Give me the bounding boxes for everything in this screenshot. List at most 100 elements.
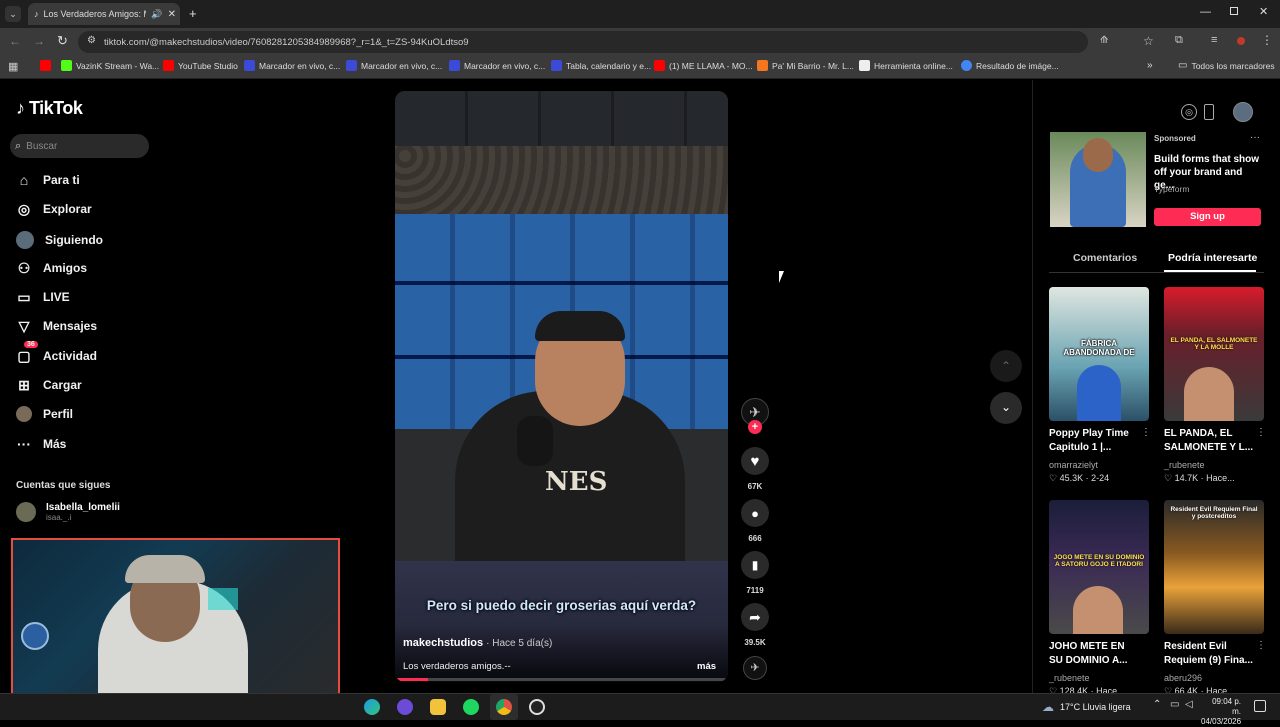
- tab-list-icon[interactable]: ⌄: [5, 6, 21, 22]
- webcam-overlay: [11, 538, 340, 713]
- bookmark-star-icon[interactable]: ☆: [1143, 34, 1154, 48]
- video-author[interactable]: makechstudios · Hace 5 día(s): [403, 637, 552, 649]
- network-icon[interactable]: ▭: [1170, 699, 1179, 710]
- apps-grid-icon[interactable]: ▦: [8, 60, 18, 73]
- nav-live[interactable]: ▭ LIVE: [16, 289, 69, 305]
- nav-explorar[interactable]: ◎ Explorar: [16, 201, 92, 217]
- bookmark-item[interactable]: Marcador en vivo, c...: [449, 60, 545, 71]
- clock[interactable]: 09:04 p. m. 04/03/2026: [1201, 697, 1241, 727]
- like-button[interactable]: ♥: [741, 447, 769, 475]
- user-avatar[interactable]: [1233, 102, 1253, 122]
- rec-thumbnail[interactable]: FÁBRICA ABANDONADA DE: [1049, 287, 1149, 421]
- save-button[interactable]: ▮: [741, 551, 769, 579]
- rec-title[interactable]: EL PANDA, EL SALMONETE Y L...: [1164, 427, 1256, 455]
- rec-more-icon[interactable]: ⋮: [1256, 427, 1266, 438]
- bookmark-item[interactable]: Tabla, calendario y e...: [551, 60, 651, 71]
- rec-title[interactable]: JOHO METE EN SU DOMINIO A...: [1049, 640, 1141, 668]
- tray-chevron-icon[interactable]: ⌃: [1153, 699, 1161, 710]
- minimize-button[interactable]: —: [1200, 6, 1211, 18]
- search-box[interactable]: ⌕ Buscar: [10, 134, 149, 158]
- search-input[interactable]: Buscar: [26, 141, 57, 152]
- notifications-icon[interactable]: [1254, 700, 1266, 712]
- rec-more-icon[interactable]: ⋮: [1256, 640, 1266, 651]
- bookmark-item[interactable]: [40, 60, 51, 71]
- rec-more-icon[interactable]: ⋮: [1141, 427, 1151, 438]
- profile-icon-browser[interactable]: [1237, 37, 1245, 45]
- new-tab-button[interactable]: +: [189, 6, 197, 21]
- clock-date: 04/03/2026: [1201, 717, 1242, 726]
- rec-author[interactable]: _rubenete: [1164, 460, 1205, 470]
- rec-thumbnail[interactable]: EL PANDA, EL SALMONETE Y LA MOLLE: [1164, 287, 1264, 421]
- nav-mensajes[interactable]: ▽ Mensajes: [16, 318, 97, 334]
- rec-author[interactable]: _rubenete: [1049, 673, 1090, 683]
- tiktok-logo[interactable]: ♪ TikTok: [16, 98, 83, 119]
- edge-icon[interactable]: [364, 699, 380, 715]
- speaker-icon[interactable]: 🔊: [151, 9, 162, 20]
- weather-widget[interactable]: ☁ 17°C Lluvia ligera: [1042, 700, 1131, 714]
- tab-podria-interesarte[interactable]: Podría interesarte: [1168, 252, 1257, 264]
- following-account[interactable]: Isabella_lomelii isaa._.i: [16, 502, 120, 522]
- back-button[interactable]: ←: [9, 34, 21, 48]
- browser-menu-icon[interactable]: ⋮: [1261, 33, 1273, 47]
- bookmark-item[interactable]: Pa' Mi Barrio - Mr. L...: [757, 60, 854, 71]
- device-icon[interactable]: [1204, 104, 1214, 120]
- bookmark-item[interactable]: YouTube Studio: [163, 60, 238, 71]
- file-explorer-icon[interactable]: [430, 699, 446, 715]
- browser-tab-active[interactable]: ♪ Los Verdaderos Amigos: M 🔊 ✕: [28, 3, 180, 25]
- bookmark-item[interactable]: Resultado de imáge...: [961, 60, 1059, 71]
- rec-author[interactable]: omarrazielyt: [1049, 460, 1098, 470]
- translate-icon[interactable]: ⟰: [1100, 35, 1108, 46]
- ad-more-icon[interactable]: ···: [1250, 132, 1260, 143]
- chrome-active-indicator: [490, 694, 518, 720]
- rec-title[interactable]: Poppy Play Time Capitulo 1 |...: [1049, 427, 1141, 455]
- site-info-icon[interactable]: ⚙: [87, 35, 96, 46]
- webcam-monitor-light: [208, 588, 238, 610]
- tab-comentarios[interactable]: Comentarios: [1073, 252, 1137, 264]
- nav-perfil[interactable]: Perfil: [16, 406, 73, 422]
- ad-thumbnail[interactable]: [1050, 132, 1146, 227]
- bookmark-item[interactable]: Marcador en vivo, c...: [346, 60, 442, 71]
- next-video-button[interactable]: ⌄: [990, 392, 1022, 424]
- share-button[interactable]: ➦: [741, 603, 769, 631]
- nav-para-ti[interactable]: ⌂ Para ti: [16, 172, 80, 188]
- close-window-button[interactable]: ✕: [1259, 5, 1268, 18]
- nav-actividad[interactable]: ▢ 36 Actividad: [16, 341, 97, 364]
- nav-mas[interactable]: ··· Más: [16, 436, 66, 452]
- rec-thumbnail[interactable]: Resident Evil Requiem Final y postcredit…: [1164, 500, 1264, 634]
- nav-siguiendo[interactable]: Siguiendo: [16, 231, 103, 249]
- nav-amigos[interactable]: ⚇ Amigos: [16, 260, 87, 276]
- spotify-icon[interactable]: [463, 699, 479, 715]
- more-bookmarks-icon[interactable]: »: [1147, 60, 1153, 71]
- tab-close-icon[interactable]: ✕: [168, 9, 176, 20]
- obs-icon[interactable]: [529, 699, 545, 715]
- discover-icon[interactable]: ◎: [1181, 104, 1197, 120]
- media-control-icon[interactable]: ≡: [1211, 34, 1217, 46]
- previous-video-button[interactable]: ⌃: [990, 350, 1022, 382]
- app-icon[interactable]: [397, 699, 413, 715]
- maximize-button[interactable]: [1230, 7, 1238, 15]
- browser-tab-bar: ⌄ ♪ Los Verdaderos Amigos: M 🔊 ✕ + — ✕: [0, 0, 1280, 28]
- video-player[interactable]: NES Pero si puedo decir groserias aquí v…: [395, 91, 728, 682]
- rec-title[interactable]: Resident Evil Requiem (9) Fina...: [1164, 640, 1256, 668]
- follow-plus-icon[interactable]: +: [748, 420, 762, 434]
- bookmark-item[interactable]: VazinK Stream - Wa...: [61, 60, 159, 71]
- rec-author[interactable]: aberu296: [1164, 673, 1202, 683]
- volume-icon[interactable]: ◁: [1185, 699, 1193, 710]
- all-bookmarks-folder[interactable]: ▭ Todos los marcadores: [1178, 60, 1275, 71]
- comment-button[interactable]: ●: [741, 499, 769, 527]
- bookmark-item[interactable]: Herramienta online...: [859, 60, 953, 71]
- author-name[interactable]: makechstudios: [403, 637, 483, 649]
- progress-track[interactable]: [395, 678, 728, 681]
- clock-time: 09:04 p. m.: [1212, 697, 1241, 716]
- address-bar[interactable]: ⚙ tiktok.com/@makechstudios/video/760828…: [78, 31, 1154, 53]
- bookmark-item[interactable]: (1) ME LLAMA - MO...: [654, 60, 753, 71]
- rec-thumbnail[interactable]: JOGO METE EN SU DOMINIO A SATORU GOJO E …: [1049, 500, 1149, 634]
- nav-cargar[interactable]: ⊞ Cargar: [16, 377, 82, 393]
- ad-signup-button[interactable]: Sign up: [1154, 208, 1261, 226]
- more-link[interactable]: más: [697, 661, 716, 672]
- forward-button[interactable]: →: [33, 34, 45, 48]
- music-disc-icon[interactable]: ✈: [743, 656, 767, 680]
- bookmark-item[interactable]: Marcador en vivo, c...: [244, 60, 340, 71]
- extensions-icon[interactable]: ⧉: [1175, 34, 1183, 47]
- reload-button[interactable]: ↻: [57, 33, 68, 49]
